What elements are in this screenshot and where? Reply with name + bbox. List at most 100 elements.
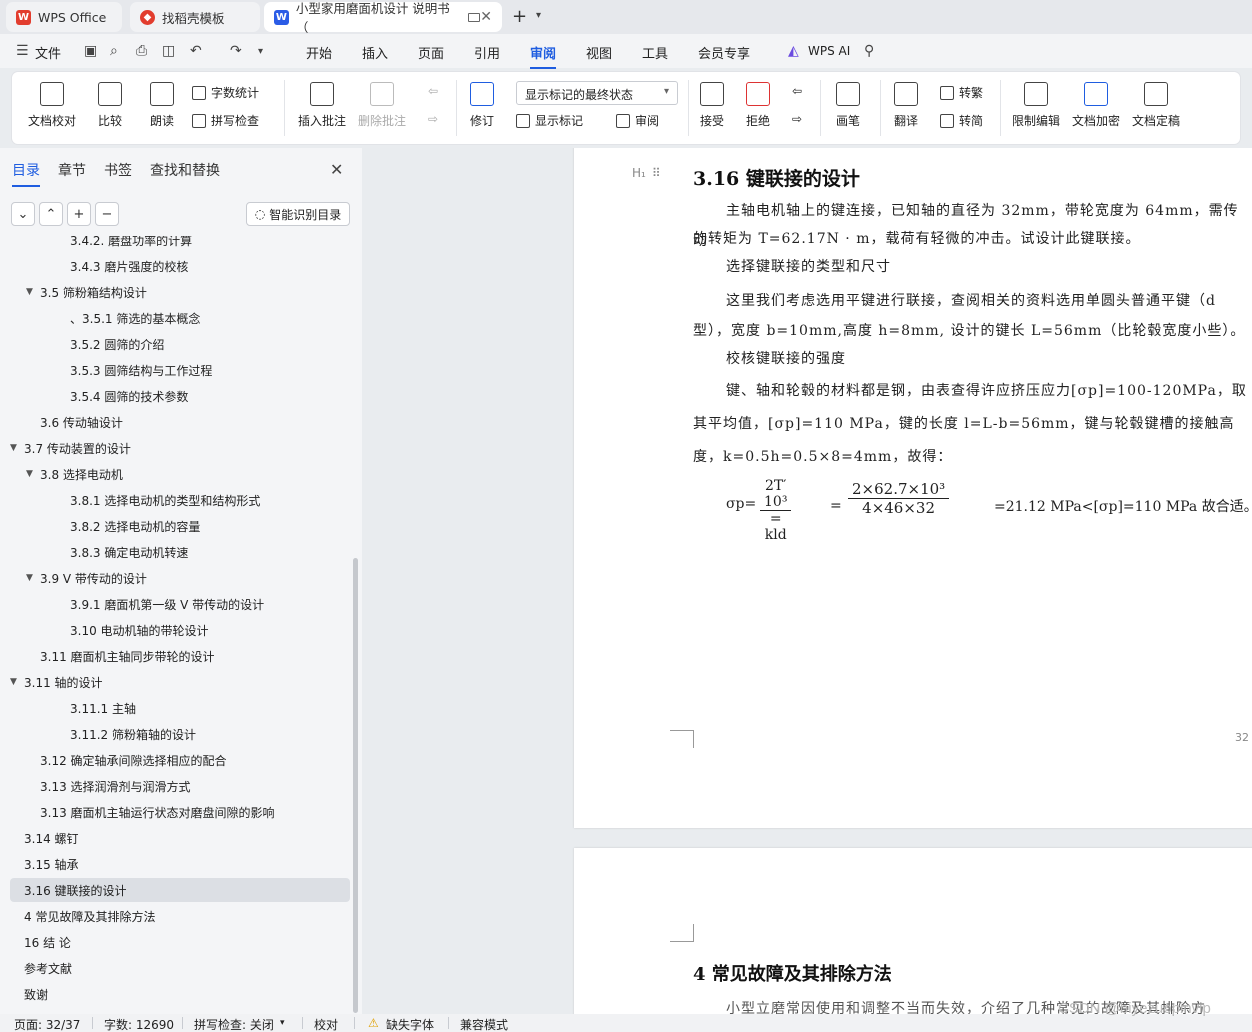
new-tab-icon[interactable]: + [512,6,527,27]
toc-item[interactable]: 16 结 论 [10,930,350,954]
expand-triangle-icon[interactable]: ▼ [26,573,40,583]
insert-comment-button[interactable]: 插入批注 [298,82,346,129]
menu-file[interactable]: 文件 [35,43,61,62]
toc-item[interactable]: 3.13 选择润滑剂与润滑方式 [10,774,350,798]
accept-button[interactable]: 接受 [700,82,724,129]
more-chevron-icon[interactable]: ▾ [258,46,263,57]
share-icon[interactable]: ⌕ [110,43,118,59]
to-simplified-button[interactable]: 转简 [940,112,983,129]
tab-toc[interactable]: 目录 [12,160,40,187]
toc-item[interactable]: 3.9.1 磨面机第一级 V 带传动的设计 [10,592,350,616]
toc-item[interactable]: 3.5.2 圆筛的介绍 [10,332,350,356]
toc-item[interactable]: 3.8.1 选择电动机的类型和结构形式 [10,488,350,512]
revise-button[interactable]: 修订 [470,82,494,129]
page-indicator[interactable]: 页面: 32/37 [14,1016,80,1032]
toc-item[interactable]: 参考文献 [10,956,350,980]
menu-insert[interactable]: 插入 [362,43,388,62]
expand-triangle-icon[interactable]: ▼ [26,469,40,479]
heading-marker-icon[interactable]: H₁ ⠿ [632,166,661,180]
smart-toc-button[interactable]: ◌ 智能识别目录 [246,202,350,226]
tab-wps-office[interactable]: W WPS Office [6,2,122,32]
doc-check-button[interactable]: 文档校对 [28,82,76,129]
toc-item[interactable]: 3.15 轴承 [10,852,350,876]
expand-triangle-icon[interactable]: ▼ [10,677,24,687]
chevron-down-icon[interactable]: ▾ [536,10,541,21]
toc-item[interactable]: 3.11 磨面机主轴同步带轮的设计 [10,644,350,668]
save-icon[interactable]: ▣ [84,43,97,59]
to-traditional-button[interactable]: 转繁 [940,84,983,101]
toc-item[interactable]: 3.6 传动轴设计 [10,410,350,434]
restrict-edit-button[interactable]: 限制编辑 [1012,82,1060,129]
menu-tools[interactable]: 工具 [642,43,668,62]
pen-button[interactable]: 画笔 [836,82,860,129]
menu-wps-ai[interactable]: WPS AI [808,44,850,58]
toc-item[interactable]: ▼ 3.11 轴的设计 [10,670,350,694]
review-pane-button[interactable]: 审阅 [616,112,659,129]
encrypt-button[interactable]: 文档加密 [1072,82,1120,129]
word-count-button[interactable]: 字数统计 [192,84,259,101]
print-icon[interactable]: ⎙ [136,43,147,59]
tab-chapters[interactable]: 章节 [58,160,86,187]
toc-item[interactable]: 3.5.3 圆筛结构与工作过程 [10,358,350,382]
expand-triangle-icon[interactable]: ▼ [26,287,40,297]
spell-check-button[interactable]: 拼写检查 [192,112,259,129]
undo-icon[interactable]: ↶ [190,43,202,59]
toc-item[interactable]: ▼ 3.7 传动装置的设计 [10,436,350,460]
menu-start[interactable]: 开始 [306,43,332,62]
toc-item[interactable]: 3.8.3 确定电动机转速 [10,540,350,564]
finalize-button[interactable]: 文档定稿 [1132,82,1180,129]
redo-icon[interactable]: ↷ [230,43,242,59]
toc-item[interactable]: ▼ 3.9 V 带传动的设计 [10,566,350,590]
toc-item[interactable]: 、3.5.1 筛选的基本概念 [10,306,350,330]
toc-item[interactable]: 3.10 电动机轴的带轮设计 [10,618,350,642]
spell-check-status[interactable]: 拼写检查: 关闭 [194,1016,274,1032]
toc-item[interactable]: 3.4.2. 磨盘功率的计算 [10,236,350,252]
collapse-up-button[interactable]: ⌃ [39,202,63,226]
hamburger-icon[interactable]: ☰ [16,43,29,59]
word-count[interactable]: 字数: 12690 [104,1016,174,1032]
toc-item[interactable]: 3.14 螺钉 [10,826,350,850]
toc-item[interactable]: 致谢 [10,982,350,1006]
tab-template[interactable]: ◆ 找稻壳模板 [130,2,260,32]
chevron-down-icon[interactable]: ▾ [280,1018,285,1028]
collapse-down-button[interactable]: ⌄ [11,202,35,226]
menu-view[interactable]: 视图 [586,43,612,62]
scrollbar[interactable] [353,558,358,1013]
delete-comment-button[interactable]: 删除批注 [358,82,406,129]
menu-member[interactable]: 会员专享 [698,43,750,62]
print-preview-icon[interactable]: ◫ [162,43,175,59]
toc-item[interactable]: 3.4.3 磨片强度的校核 [10,254,350,278]
close-icon[interactable]: ✕ [330,160,343,179]
tab-document[interactable]: W 小型家用磨面机设计 说明书（ ✕ [264,1,502,35]
close-icon[interactable]: ✕ [480,9,492,25]
tab-find-replace[interactable]: 查找和替换 [150,160,220,187]
proof-status[interactable]: 校对 [314,1016,338,1032]
menu-review[interactable]: 审阅 [530,43,557,69]
read-aloud-button[interactable]: 朗读 [150,82,174,129]
display-mode-select[interactable]: 显示标记的最终状态 ▾ [516,81,678,105]
toc-item[interactable]: 3.8.2 选择电动机的容量 [10,514,350,538]
next-comment-icon[interactable]: ⇨ [428,112,438,126]
search-icon[interactable]: ⚲ [864,43,874,59]
prev-comment-icon[interactable]: ⇦ [428,84,438,98]
add-level-button[interactable]: + [67,202,91,226]
reject-button[interactable]: 拒绝 [746,82,770,129]
menu-cite[interactable]: 引用 [474,43,500,62]
translate-button[interactable]: 翻译 [894,82,918,129]
toc-item[interactable]: 3.12 确定轴承间隙选择相应的配合 [10,748,350,772]
toc-item[interactable]: ▼ 3.8 选择电动机 [10,462,350,486]
toc-item[interactable]: 3.16 键联接的设计 [10,878,350,902]
monitor-icon[interactable] [468,12,481,22]
toc-item[interactable]: 3.11.1 主轴 [10,696,350,720]
expand-triangle-icon[interactable]: ▼ [10,443,24,453]
missing-font-status[interactable]: 缺失字体 [386,1016,434,1032]
compare-button[interactable]: 比较 [98,82,122,129]
toc-item[interactable]: 3.13 磨面机主轴运行状态对磨盘间隙的影响 [10,800,350,824]
menu-page[interactable]: 页面 [418,43,444,62]
toc-item[interactable]: ▼ 3.5 筛粉箱结构设计 [10,280,350,304]
toc-item[interactable]: 4 常见故障及其排除方法 [10,904,350,928]
show-marks-button[interactable]: 显示标记 [516,112,583,129]
toc-item[interactable]: 3.5.4 圆筛的技术参数 [10,384,350,408]
toc-item[interactable]: 3.11.2 筛粉箱轴的设计 [10,722,350,746]
next-revision-icon[interactable]: ⇨ [792,112,802,126]
